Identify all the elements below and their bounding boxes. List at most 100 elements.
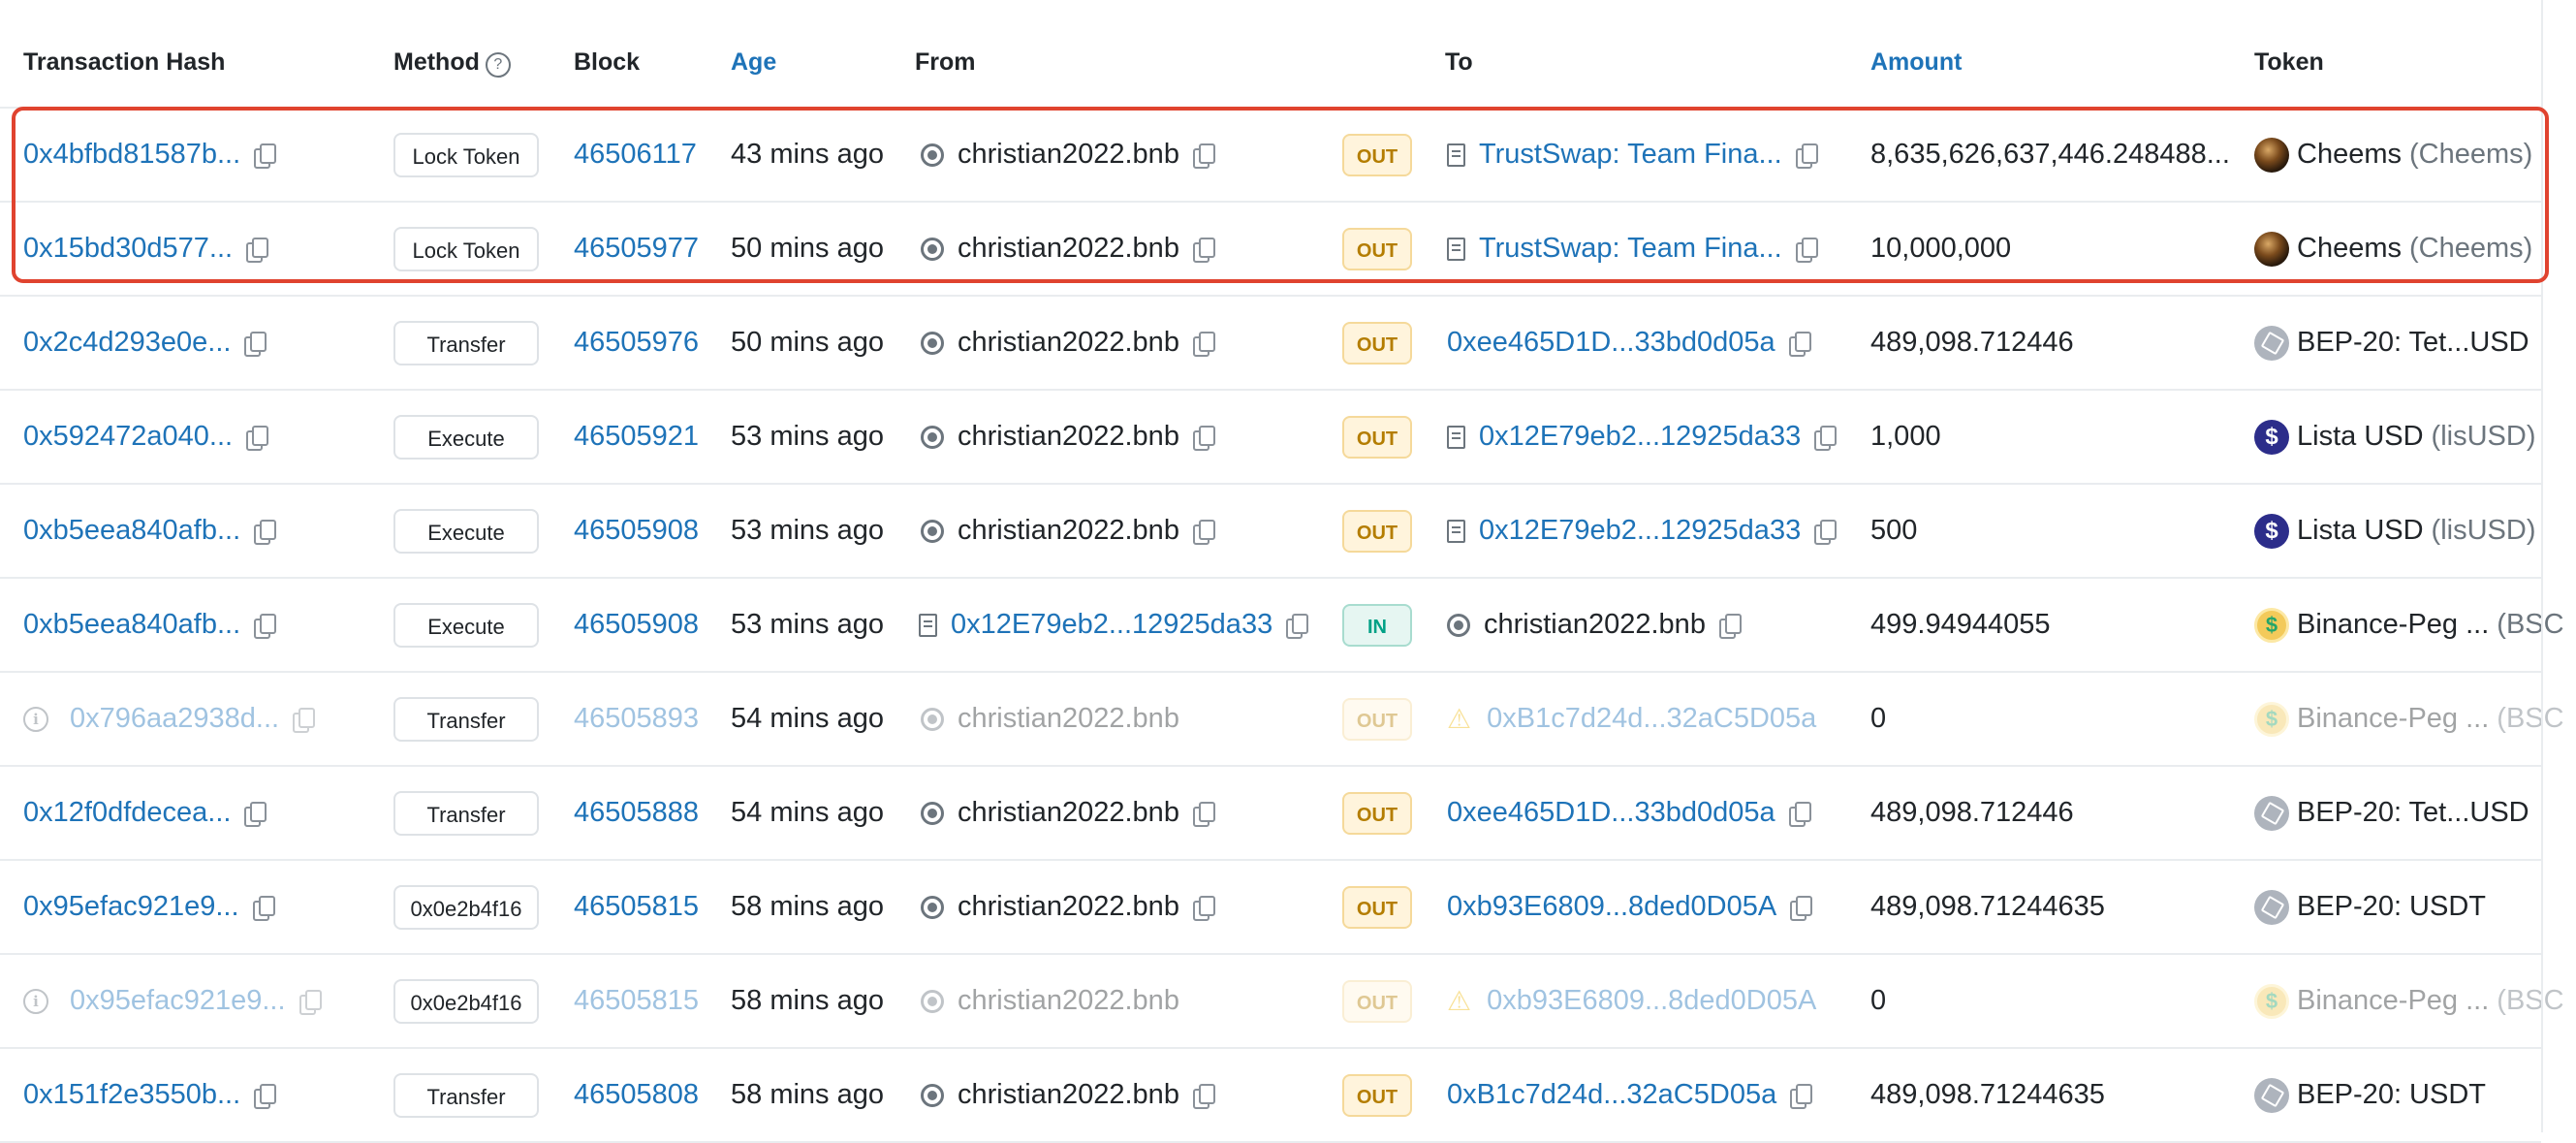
to-address[interactable]: TrustSwap: Team Fina... — [1479, 139, 1782, 171]
token-cell[interactable]: $ Binance-Peg ... (BSC — [2254, 579, 2564, 671]
token-name[interactable]: BEP-20: Tet...USD — [2297, 797, 2529, 829]
copy-icon[interactable] — [1192, 1083, 1215, 1109]
copy-icon[interactable] — [1790, 895, 1813, 921]
copy-icon[interactable] — [254, 519, 277, 545]
block-link[interactable]: 46505808 — [574, 1079, 699, 1111]
info-circle-icon[interactable]: i — [23, 706, 48, 732]
to-address[interactable]: 0x12E79eb2...12925da33 — [1479, 515, 1801, 547]
tx-hash-link[interactable]: 0x15bd30d577... — [23, 233, 233, 265]
token-name[interactable]: Lista USD — [2297, 515, 2424, 547]
token-name[interactable]: Cheems — [2297, 233, 2402, 265]
copy-icon[interactable] — [1814, 425, 1838, 451]
from-address[interactable]: christian2022.bnb — [958, 891, 1179, 923]
to-address[interactable]: 0x12E79eb2...12925da33 — [1479, 421, 1801, 453]
from-address[interactable]: christian2022.bnb — [958, 703, 1179, 735]
copy-icon[interactable] — [1788, 801, 1811, 827]
to-address[interactable]: 0xB1c7d24d...32aC5D05a — [1487, 703, 1816, 735]
to-address[interactable]: 0xee465D1D...33bd0d05a — [1447, 797, 1775, 829]
tx-hash-link[interactable]: 0xb5eea840afb... — [23, 609, 240, 641]
token-cell[interactable]: BEP-20: Tet...USD — [2254, 767, 2529, 859]
token-name[interactable]: Binance-Peg ... — [2297, 609, 2489, 641]
token-cell[interactable]: $ Binance-Peg ... (BSC — [2254, 955, 2564, 1047]
from-address[interactable]: 0x12E79eb2...12925da33 — [951, 609, 1272, 641]
from-address[interactable]: christian2022.bnb — [958, 985, 1179, 1017]
block-link[interactable]: 46505908 — [574, 609, 699, 641]
from-address[interactable]: christian2022.bnb — [958, 327, 1179, 359]
from-address[interactable]: christian2022.bnb — [958, 515, 1179, 547]
copy-icon[interactable] — [1192, 425, 1215, 451]
block-link[interactable]: 46505921 — [574, 421, 699, 453]
to-address[interactable]: TrustSwap: Team Fina... — [1479, 233, 1782, 265]
token-cell[interactable]: Cheems (Cheems) — [2254, 109, 2532, 201]
copy-icon[interactable] — [1718, 613, 1742, 639]
token-name[interactable]: BEP-20: Tet...USD — [2297, 327, 2529, 359]
block-link[interactable]: 46505908 — [574, 515, 699, 547]
tx-hash-link[interactable]: 0x151f2e3550b... — [23, 1079, 240, 1111]
copy-icon[interactable] — [298, 989, 322, 1015]
token-cell[interactable]: Cheems (Cheems) — [2254, 203, 2532, 295]
from-address[interactable]: christian2022.bnb — [958, 233, 1179, 265]
question-circle-icon[interactable]: ? — [485, 52, 511, 78]
to-address[interactable]: 0xee465D1D...33bd0d05a — [1447, 327, 1775, 359]
copy-icon[interactable] — [1790, 1083, 1813, 1109]
token-name[interactable]: BEP-20: USDT — [2297, 1079, 2486, 1111]
copy-icon[interactable] — [246, 237, 269, 263]
copy-icon[interactable] — [1814, 519, 1838, 545]
to-address[interactable]: 0xb93E6809...8ded0D05A — [1447, 891, 1776, 923]
token-cell[interactable]: BEP-20: Tet...USD — [2254, 297, 2529, 389]
copy-icon[interactable] — [1192, 331, 1215, 357]
copy-icon[interactable] — [1788, 331, 1811, 357]
token-cell[interactable]: $ Lista USD (lisUSD) — [2254, 485, 2535, 577]
copy-icon[interactable] — [1795, 143, 1818, 169]
block-link[interactable]: 46505815 — [574, 891, 699, 923]
copy-icon[interactable] — [293, 707, 316, 733]
copy-icon[interactable] — [1192, 519, 1215, 545]
copy-icon[interactable] — [254, 1083, 277, 1109]
copy-icon[interactable] — [254, 613, 277, 639]
token-cell[interactable]: BEP-20: USDT — [2254, 861, 2486, 953]
header-age[interactable]: Age — [731, 48, 776, 77]
copy-icon[interactable] — [244, 801, 267, 827]
tx-hash-link[interactable]: 0x2c4d293e0e... — [23, 327, 231, 359]
block-link[interactable]: 46505888 — [574, 797, 699, 829]
copy-icon[interactable] — [1286, 613, 1309, 639]
header-amount[interactable]: Amount — [1870, 48, 1962, 77]
from-address[interactable]: christian2022.bnb — [958, 1079, 1179, 1111]
from-address[interactable]: christian2022.bnb — [958, 139, 1179, 171]
token-cell[interactable]: $ Binance-Peg ... (BSC — [2254, 673, 2564, 765]
tx-hash-link[interactable]: 0x592472a040... — [23, 421, 233, 453]
block-link[interactable]: 46505815 — [574, 985, 699, 1017]
to-address[interactable]: 0xb93E6809...8ded0D05A — [1487, 985, 1816, 1017]
copy-icon[interactable] — [1192, 237, 1215, 263]
tx-hash-link[interactable]: 0x796aa2938d... — [70, 703, 279, 735]
copy-icon[interactable] — [246, 425, 269, 451]
copy-icon[interactable] — [1795, 237, 1818, 263]
tx-hash-link[interactable]: 0xb5eea840afb... — [23, 515, 240, 547]
copy-icon[interactable] — [1192, 143, 1215, 169]
copy-icon[interactable] — [252, 895, 275, 921]
tx-hash-link[interactable]: 0x4bfbd81587b... — [23, 139, 240, 171]
token-name[interactable]: Binance-Peg ... — [2297, 703, 2489, 735]
block-link[interactable]: 46506117 — [574, 139, 697, 171]
block-link[interactable]: 46505977 — [574, 233, 699, 265]
token-name[interactable]: Cheems — [2297, 139, 2402, 171]
tx-hash-link[interactable]: 0x95efac921e9... — [23, 891, 239, 923]
copy-icon[interactable] — [1192, 895, 1215, 921]
block-link[interactable]: 46505976 — [574, 327, 699, 359]
token-cell[interactable]: $ Lista USD (lisUSD) — [2254, 391, 2535, 483]
from-address[interactable]: christian2022.bnb — [958, 797, 1179, 829]
copy-icon[interactable] — [254, 143, 277, 169]
info-circle-icon[interactable]: i — [23, 988, 48, 1014]
token-name[interactable]: Lista USD — [2297, 421, 2424, 453]
tx-hash-link[interactable]: 0x95efac921e9... — [70, 985, 286, 1017]
to-address[interactable]: christian2022.bnb — [1484, 609, 1706, 641]
block-link[interactable]: 46505893 — [574, 703, 699, 735]
copy-icon[interactable] — [1192, 801, 1215, 827]
copy-icon[interactable] — [244, 331, 267, 357]
to-address[interactable]: 0xB1c7d24d...32aC5D05a — [1447, 1079, 1776, 1111]
token-name[interactable]: Binance-Peg ... — [2297, 985, 2489, 1017]
from-address[interactable]: christian2022.bnb — [958, 421, 1179, 453]
tx-hash-link[interactable]: 0x12f0dfdecea... — [23, 797, 231, 829]
token-cell[interactable]: BEP-20: USDT — [2254, 1049, 2486, 1141]
token-name[interactable]: BEP-20: USDT — [2297, 891, 2486, 923]
